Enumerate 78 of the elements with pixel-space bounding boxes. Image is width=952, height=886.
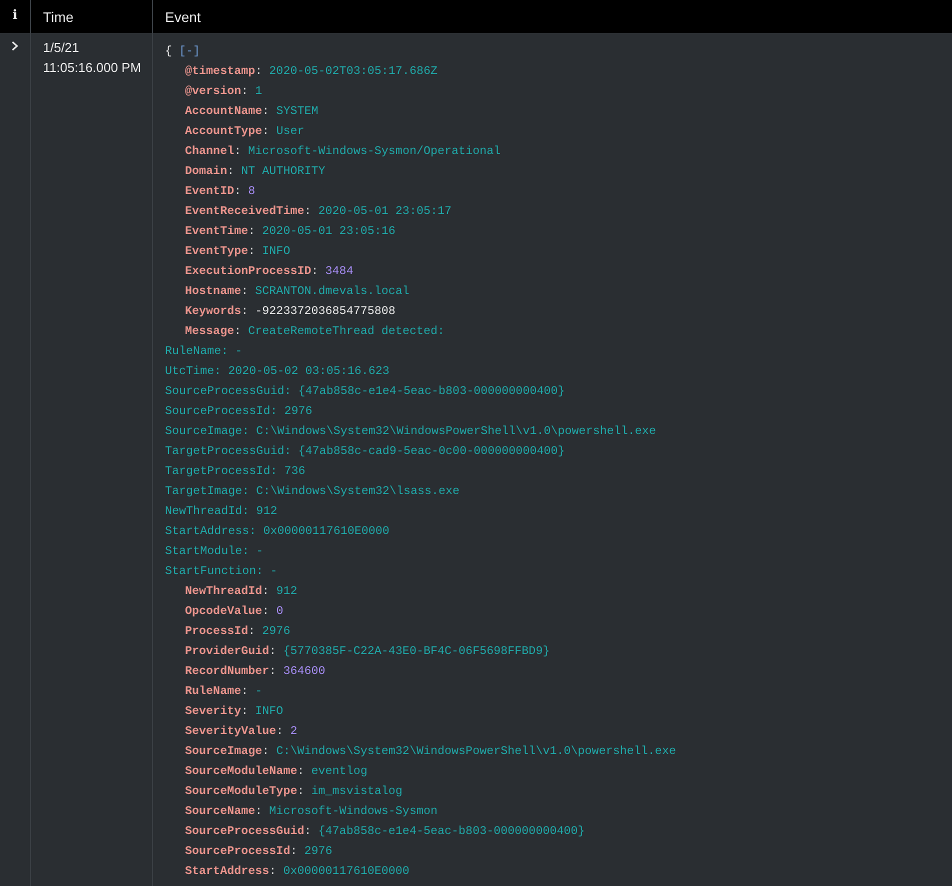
field-name: Message: <box>185 324 242 338</box>
column-header[interactable]: Event <box>165 6 201 26</box>
brace: { <box>165 44 172 58</box>
field-value[interactable]: 0 <box>276 604 284 618</box>
message-line: UtcTime: 2020-05-02 03:05:16.623 <box>165 364 390 378</box>
field-name: EventType: <box>185 244 256 258</box>
message-line: NewThreadId: 912 <box>165 504 278 518</box>
field-name: OpcodeValue: <box>185 604 270 618</box>
field-value[interactable]: 0x00000117610E0000 <box>283 864 410 878</box>
chevron-icon[interactable] <box>11 41 19 51</box>
field-name: StartAddress: <box>185 864 276 878</box>
field-name: AccountType: <box>185 124 270 138</box>
field-name: SourceImage: <box>185 744 270 758</box>
field-name: SourceModuleType: <box>185 784 304 798</box>
message-line: SourceProcessGuid: {47ab858c-e1e4-5eac-b803-000000000400} <box>165 384 565 398</box>
field-name: RecordNumber: <box>185 664 276 678</box>
field-value[interactable]: CreateRemoteThread detected: <box>248 324 445 338</box>
field-value[interactable]: 912 <box>276 584 298 598</box>
message-line: StartModule: - <box>165 544 264 558</box>
collapse-link[interactable]: [-] <box>179 44 200 58</box>
field-name: ExecutionProcessID: <box>185 264 318 278</box>
event-date: 1/5/21 <box>43 39 80 57</box>
field-value[interactable]: - <box>255 684 262 698</box>
message-line: StartFunction: - <box>165 564 278 578</box>
field-name: Domain: <box>185 164 234 178</box>
field-name: ProviderGuid: <box>185 644 276 658</box>
field-value[interactable]: User <box>276 124 304 138</box>
field-name: AccountName: <box>185 104 270 118</box>
field-value[interactable]: 1 <box>255 84 262 98</box>
field-value[interactable]: 3484 <box>325 264 354 278</box>
field-name: NewThreadId: <box>185 584 270 598</box>
field-value[interactable]: C:\Windows\System32\WindowsPowerShell\v1.0\powershell.exe <box>276 744 676 758</box>
field-value[interactable]: 2 <box>290 724 298 738</box>
field-name: Keywords: <box>185 304 248 318</box>
field-value[interactable]: Microsoft-Windows-Sysmon/Operational <box>248 144 501 158</box>
field-name: EventID: <box>185 184 242 198</box>
event-time: 11:05:16.000 PM <box>43 59 142 77</box>
field-value[interactable]: {47ab858c-e1e4-5eac-b803-000000000400} <box>318 824 585 838</box>
message-line: RuleName: - <box>165 344 242 358</box>
field-name: SourceName: <box>185 804 262 818</box>
field-value[interactable]: 8 <box>248 184 256 198</box>
field-name: Hostname: <box>185 284 248 298</box>
field-value[interactable]: INFO <box>262 244 290 258</box>
field-name: Severity: <box>185 704 248 718</box>
field-name: @timestamp: <box>185 64 262 78</box>
field-value[interactable]: INFO <box>255 704 284 718</box>
field-name: ProcessId: <box>185 624 256 638</box>
field-value[interactable]: im_msvistalog <box>311 784 402 798</box>
field-name: SourceProcessGuid: <box>185 824 312 838</box>
field-value[interactable]: 2020-05-02T03:05:17.686Z <box>269 64 438 78</box>
field-name: EventReceivedTime: <box>185 204 312 218</box>
field-value[interactable]: 364600 <box>283 664 326 678</box>
message-line: StartAddress: 0x00000117610E0000 <box>165 524 390 538</box>
field-value[interactable]: {5770385F-C22A-43E0-BF4C-06F5698FFBD9} <box>283 644 550 658</box>
info-header: i <box>12 7 18 26</box>
field-name: Channel: <box>185 144 242 158</box>
field-value[interactable]: SYSTEM <box>276 104 318 118</box>
message-line: SourceProcessId: 2976 <box>165 404 312 418</box>
column-header[interactable]: Time <box>43 6 74 26</box>
message-line: SourceImage: C:\Windows\System32\WindowsPowerShell\v1.0\powershell.exe <box>165 424 656 438</box>
field-value[interactable]: -9223372036854775808 <box>255 304 396 318</box>
field-name: @version: <box>185 84 248 98</box>
field-value[interactable]: 2976 <box>262 624 290 638</box>
field-name: SeverityValue: <box>185 724 284 738</box>
field-value[interactable]: 2020-05-01 23:05:17 <box>318 204 452 218</box>
message-line: TargetProcessGuid: {47ab858c-cad9-5eac-0c00-000000000400} <box>165 444 565 458</box>
field-value[interactable]: 2020-05-01 23:05:16 <box>262 224 396 238</box>
field-name: EventTime: <box>185 224 256 238</box>
field-value[interactable]: SCRANTON.dmevals.local <box>255 284 410 298</box>
field-value[interactable]: 2976 <box>304 844 332 858</box>
message-line: TargetImage: C:\Windows\System32\lsass.exe <box>165 484 460 498</box>
field-value[interactable]: eventlog <box>311 764 368 778</box>
field-name: SourceProcessId: <box>185 844 298 858</box>
field-value[interactable]: NT AUTHORITY <box>241 164 326 178</box>
field-value[interactable]: Microsoft-Windows-Sysmon <box>269 804 438 818</box>
message-line: TargetProcessId: 736 <box>165 464 306 478</box>
field-name: SourceModuleName: <box>185 764 304 778</box>
field-name: RuleName: <box>185 684 248 698</box>
